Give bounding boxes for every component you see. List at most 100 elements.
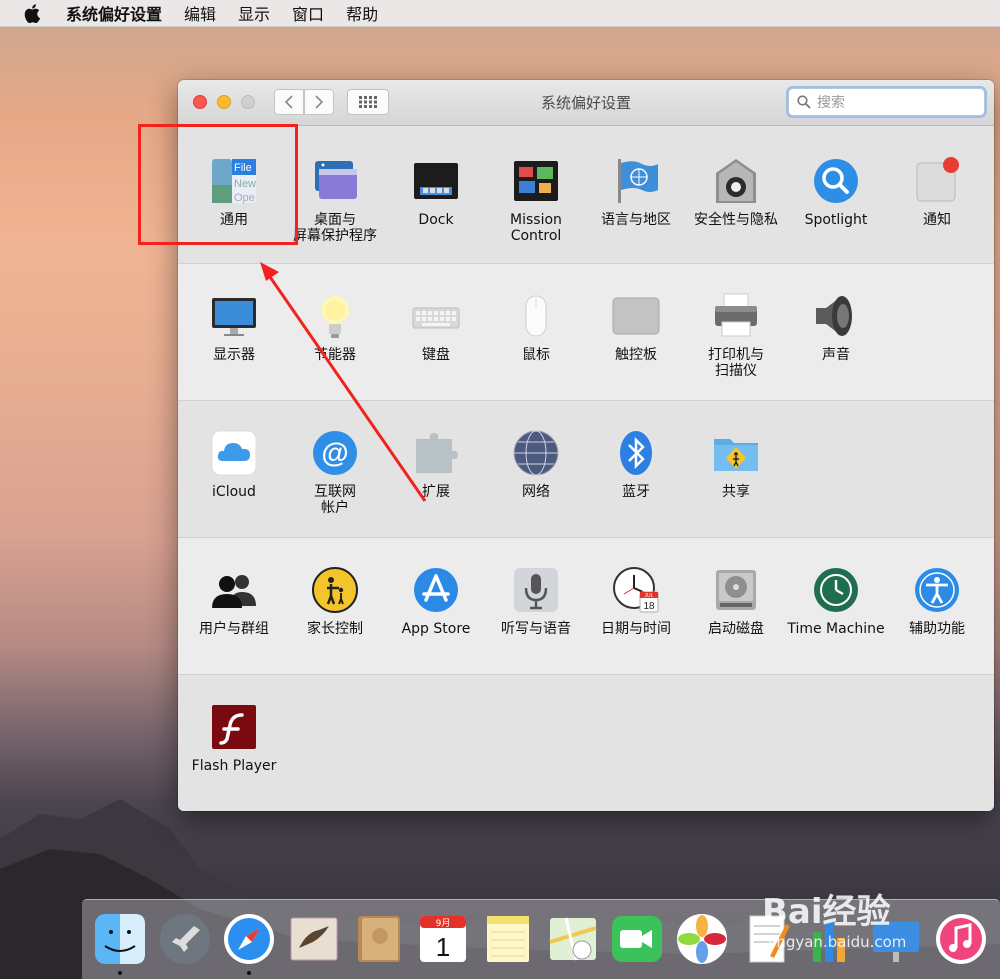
pane-parental-controls[interactable]: 家长控制 [285,565,385,637]
facetime-icon[interactable] [610,912,664,966]
pane-trackpad[interactable]: 触控板 [586,291,686,363]
pane-label: 共享 [722,484,750,500]
app-store-icon [411,565,461,615]
dock-icon [411,156,461,206]
sharing-icon [711,428,761,478]
menu-edit[interactable]: 编辑 [184,1,216,25]
pane-startup-disk[interactable]: 启动磁盘 [686,565,786,637]
network-icon [511,428,561,478]
pane-network[interactable]: 网络 [486,428,586,500]
menu-window[interactable]: 窗口 [292,1,324,25]
mail-icon[interactable] [287,912,341,966]
search-input[interactable]: 搜索 [788,88,985,116]
pane-time-machine[interactable]: Time Machine [786,565,886,637]
back-button[interactable] [274,89,304,115]
notes-icon[interactable] [481,912,535,966]
section-system: 用户与群组 家长控制 App Store 听写与语音 JUL 18 日期与时间 … [178,538,994,675]
pane-desktop-screensaver[interactable]: 桌面与 屏幕保护程序 [285,156,385,244]
internet-accounts-icon: @ [310,428,360,478]
pane-date-time[interactable]: JUL 18 日期与时间 [586,565,686,637]
pane-mouse[interactable]: 鼠标 [486,291,586,363]
pane-displays[interactable]: 显示器 [184,291,284,363]
date-time-icon: JUL 18 [611,565,661,615]
bluetooth-icon [611,428,661,478]
minimize-button[interactable] [217,95,231,109]
photos-icon[interactable] [675,912,729,966]
system-preferences-window: 系统偏好设置 搜索 File New Ope 通用 桌面与 屏幕保护程序 Doc… [178,80,994,811]
safari-icon[interactable] [222,912,276,966]
spotlight-icon [811,156,861,206]
pane-printers-scanners[interactable]: 打印机与 扫描仪 [686,291,786,379]
parental-controls-icon [310,565,360,615]
finder-icon[interactable] [93,912,147,966]
pane-sharing[interactable]: 共享 [686,428,786,500]
menu-app-name[interactable]: 系统偏好设置 [66,1,162,25]
pane-keyboard[interactable]: 键盘 [386,291,486,363]
sound-icon [811,291,861,341]
close-button[interactable] [193,95,207,109]
time-machine-icon [811,565,861,615]
pane-language-region[interactable]: 语言与地区 [586,156,686,228]
pane-label: 辅助功能 [909,621,965,637]
pane-label: Spotlight [804,212,868,228]
pane-energy-saver[interactable]: 节能器 [285,291,385,363]
chevron-right-icon [315,95,324,109]
icloud-icon [209,428,259,478]
date-time-month: JUL [645,593,654,599]
security-privacy-icon [711,156,761,206]
apple-menu-icon[interactable] [24,3,52,23]
energy-saver-icon [310,291,360,341]
pane-users-groups[interactable]: 用户与群组 [184,565,284,637]
baidu-watermark-logo: Bai经验 [762,892,891,932]
pane-app-store[interactable]: App Store [386,565,486,637]
show-all-button[interactable] [347,89,389,115]
launchpad-icon[interactable] [158,912,212,966]
search-placeholder: 搜索 [817,95,845,111]
dock-calendar-month: 9月 [436,918,451,929]
pane-dictation-speech[interactable]: 听写与语音 [486,565,586,637]
pane-flash-player[interactable]: Flash Player [184,702,284,774]
trackpad-icon [611,291,661,341]
pane-label: 用户与群组 [199,621,269,637]
pane-internet-accounts[interactable]: @ 互联网 帐户 [285,428,385,516]
pane-icloud[interactable]: iCloud [184,428,284,500]
pane-bluetooth[interactable]: 蓝牙 [586,428,686,500]
menu-help[interactable]: 帮助 [346,1,378,25]
pane-label: Dock [418,212,454,228]
forward-button[interactable] [304,89,334,115]
pane-label: 通知 [923,212,951,228]
itunes-icon[interactable] [934,912,988,966]
pane-label: Mission Control [510,212,562,244]
pane-label: 扩展 [422,484,450,500]
highlight-box [138,124,298,245]
running-indicator [247,971,251,975]
calendar-icon[interactable]: 9月 1 [416,912,470,966]
pane-label: 日期与时间 [601,621,671,637]
pane-mission-control[interactable]: Mission Control [486,156,586,244]
pane-label: 桌面与 屏幕保护程序 [293,212,377,244]
contacts-icon[interactable] [352,912,406,966]
pane-sound[interactable]: 声音 [786,291,886,363]
pane-notifications[interactable]: 通知 [887,156,987,228]
pane-label: 键盘 [422,347,450,363]
pane-accessibility[interactable]: 辅助功能 [887,565,987,637]
pane-label: Flash Player [191,758,277,774]
users-groups-icon [209,565,259,615]
section-hardware: 显示器 节能器 键盘 鼠标 触控板 打印机与 扫描仪 声音 [178,264,994,401]
pane-label: Time Machine [787,621,885,637]
zoom-button[interactable] [241,95,255,109]
menu-view[interactable]: 显示 [238,1,270,25]
pane-label: 显示器 [213,347,255,363]
pane-dock[interactable]: Dock [386,156,486,228]
baidu-watermark-url: jingyan.baidu.com [768,933,907,951]
maps-icon[interactable] [546,912,600,966]
startup-disk-icon [711,565,761,615]
pane-security-privacy[interactable]: 安全性与隐私 [686,156,786,228]
pane-extensions[interactable]: 扩展 [386,428,486,500]
window-titlebar: 系统偏好设置 搜索 [178,80,994,126]
displays-icon [209,291,259,341]
pane-spotlight[interactable]: Spotlight [786,156,886,228]
grid-icon [359,96,377,108]
svg-text:@: @ [321,437,348,468]
pane-label: 语言与地区 [601,212,671,228]
